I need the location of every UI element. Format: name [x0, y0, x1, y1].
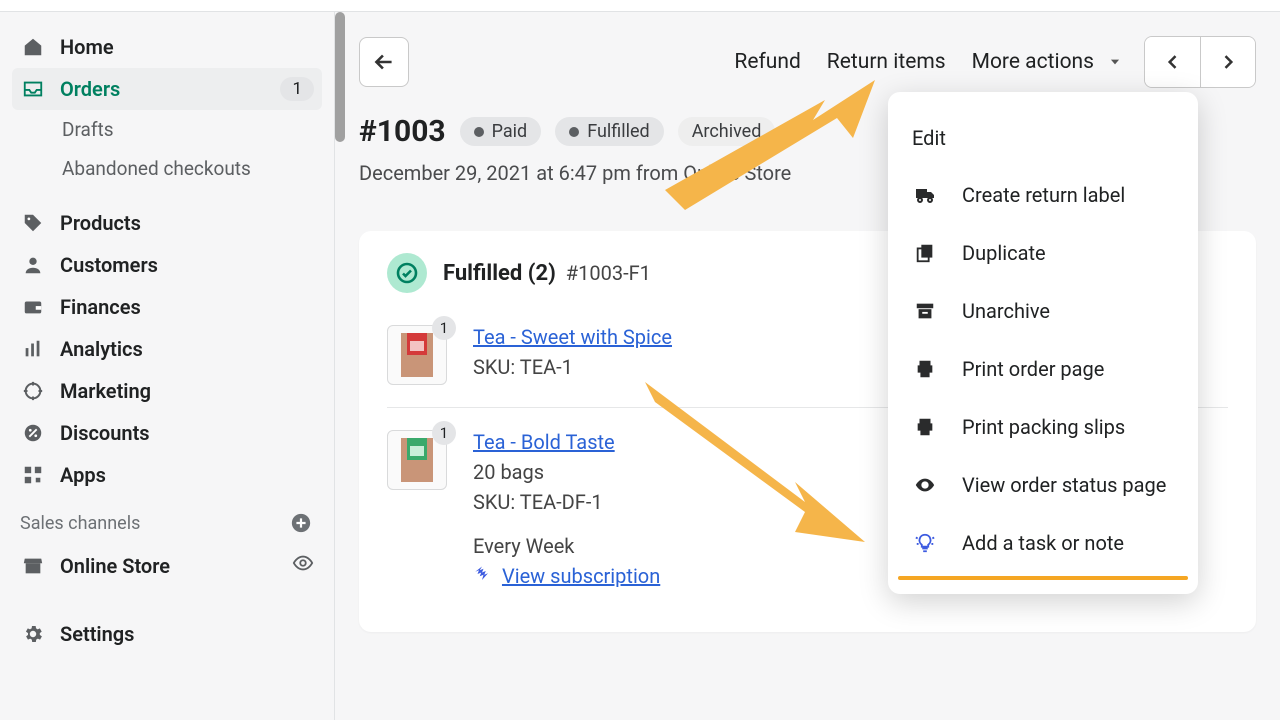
product-sku: SKU: TEA-1 — [473, 355, 672, 379]
topbar: Refund Return items More actions — [359, 36, 1256, 88]
dropdown-edit[interactable]: Edit — [888, 110, 1198, 166]
product-link[interactable]: Tea - Sweet with Spice — [473, 325, 672, 349]
nav-label: Apps — [60, 463, 314, 487]
nav-label: Discounts — [60, 421, 314, 445]
orders-count-badge: 1 — [280, 77, 314, 101]
lightbulb-icon — [912, 530, 938, 556]
wallet-icon — [20, 294, 46, 320]
nav-customers[interactable]: Customers — [0, 244, 334, 286]
nav-label: Home — [60, 35, 314, 59]
subscription-icon — [473, 564, 491, 588]
return-items-button[interactable]: Return items — [823, 44, 950, 80]
nav-label: Settings — [60, 622, 314, 646]
caret-down-icon — [1108, 55, 1122, 69]
product-thumbnail[interactable]: 1 — [387, 430, 447, 490]
person-icon — [20, 252, 46, 278]
product-variant: 20 bags — [473, 460, 660, 484]
discount-icon — [20, 420, 46, 446]
nav-label: Orders — [60, 77, 280, 101]
eye-icon — [912, 472, 938, 498]
store-icon — [20, 553, 46, 579]
paid-badge: Paid — [460, 117, 542, 146]
dropdown-add-task-or-note[interactable]: Add a task or note — [888, 514, 1198, 572]
dropdown-view-order-status[interactable]: View order status page — [888, 456, 1198, 514]
inbox-icon — [20, 76, 46, 102]
order-nav-arrows — [1144, 36, 1256, 88]
nav-drafts[interactable]: Drafts — [0, 110, 334, 149]
nav-label: Finances — [60, 295, 314, 319]
more-actions-dropdown: Edit Create return label Duplicate Unarc… — [888, 92, 1198, 594]
sidebar: Home Orders 1 Drafts Abandoned checkouts… — [0, 12, 335, 720]
truck-icon — [912, 182, 938, 208]
nav-settings[interactable]: Settings — [0, 613, 334, 655]
nav-products[interactable]: Products — [0, 202, 334, 244]
nav-label: Products — [60, 211, 314, 235]
dropdown-print-packing-slips[interactable]: Print packing slips — [888, 398, 1198, 456]
nav-label: Customers — [60, 253, 314, 277]
archive-icon — [912, 298, 938, 324]
nav-finances[interactable]: Finances — [0, 286, 334, 328]
order-number: #1003 — [359, 114, 446, 149]
nav-home[interactable]: Home — [0, 26, 334, 68]
home-icon — [20, 34, 46, 60]
apps-icon — [20, 462, 46, 488]
target-icon — [20, 378, 46, 404]
line-item-qty: 1 — [432, 421, 456, 445]
nav-abandoned-checkouts[interactable]: Abandoned checkouts — [0, 149, 334, 188]
product-link[interactable]: Tea - Bold Taste — [473, 430, 615, 454]
product-sku: SKU: TEA-DF-1 — [473, 490, 660, 514]
archived-badge: Archived — [678, 117, 776, 146]
printer-icon — [912, 356, 938, 382]
bars-icon — [20, 336, 46, 362]
product-thumbnail[interactable]: 1 — [387, 325, 447, 385]
nav-orders[interactable]: Orders 1 — [12, 68, 322, 110]
nav-marketing[interactable]: Marketing — [0, 370, 334, 412]
nav-label: Analytics — [60, 337, 314, 361]
fulfilled-badge: Fulfilled — [555, 117, 663, 146]
check-circle-icon — [387, 253, 427, 293]
gear-icon — [20, 621, 46, 647]
refund-button[interactable]: Refund — [730, 44, 804, 80]
prev-order-button[interactable] — [1145, 37, 1200, 87]
dropdown-create-return-label[interactable]: Create return label — [888, 166, 1198, 224]
dropdown-duplicate[interactable]: Duplicate — [888, 224, 1198, 282]
next-order-button[interactable] — [1200, 37, 1255, 87]
duplicate-icon — [912, 240, 938, 266]
main-content: Refund Return items More actions #1003 P… — [335, 12, 1280, 720]
dropdown-print-order[interactable]: Print order page — [888, 340, 1198, 398]
nav-apps[interactable]: Apps — [0, 454, 334, 496]
nav-label: Marketing — [60, 379, 314, 403]
add-channel-button[interactable] — [288, 510, 314, 536]
fulfillment-title: Fulfilled (2) — [443, 261, 556, 286]
sales-channels-header: Sales channels — [0, 496, 334, 544]
back-button[interactable] — [359, 37, 409, 87]
dropdown-unarchive[interactable]: Unarchive — [888, 282, 1198, 340]
line-item-qty: 1 — [432, 316, 456, 340]
view-store-icon[interactable] — [292, 552, 314, 579]
nav-discounts[interactable]: Discounts — [0, 412, 334, 454]
more-actions-button[interactable]: More actions — [968, 44, 1126, 80]
nav-online-store[interactable]: Online Store — [0, 544, 334, 587]
highlight-underline — [898, 576, 1188, 580]
fulfillment-code: #1003-F1 — [566, 261, 651, 285]
view-subscription-link[interactable]: View subscription — [502, 564, 660, 588]
nav-analytics[interactable]: Analytics — [0, 328, 334, 370]
printer-icon — [912, 414, 938, 440]
tag-icon — [20, 210, 46, 236]
nav-label: Online Store — [60, 554, 292, 578]
subscription-recurrence: Every Week — [473, 534, 660, 558]
